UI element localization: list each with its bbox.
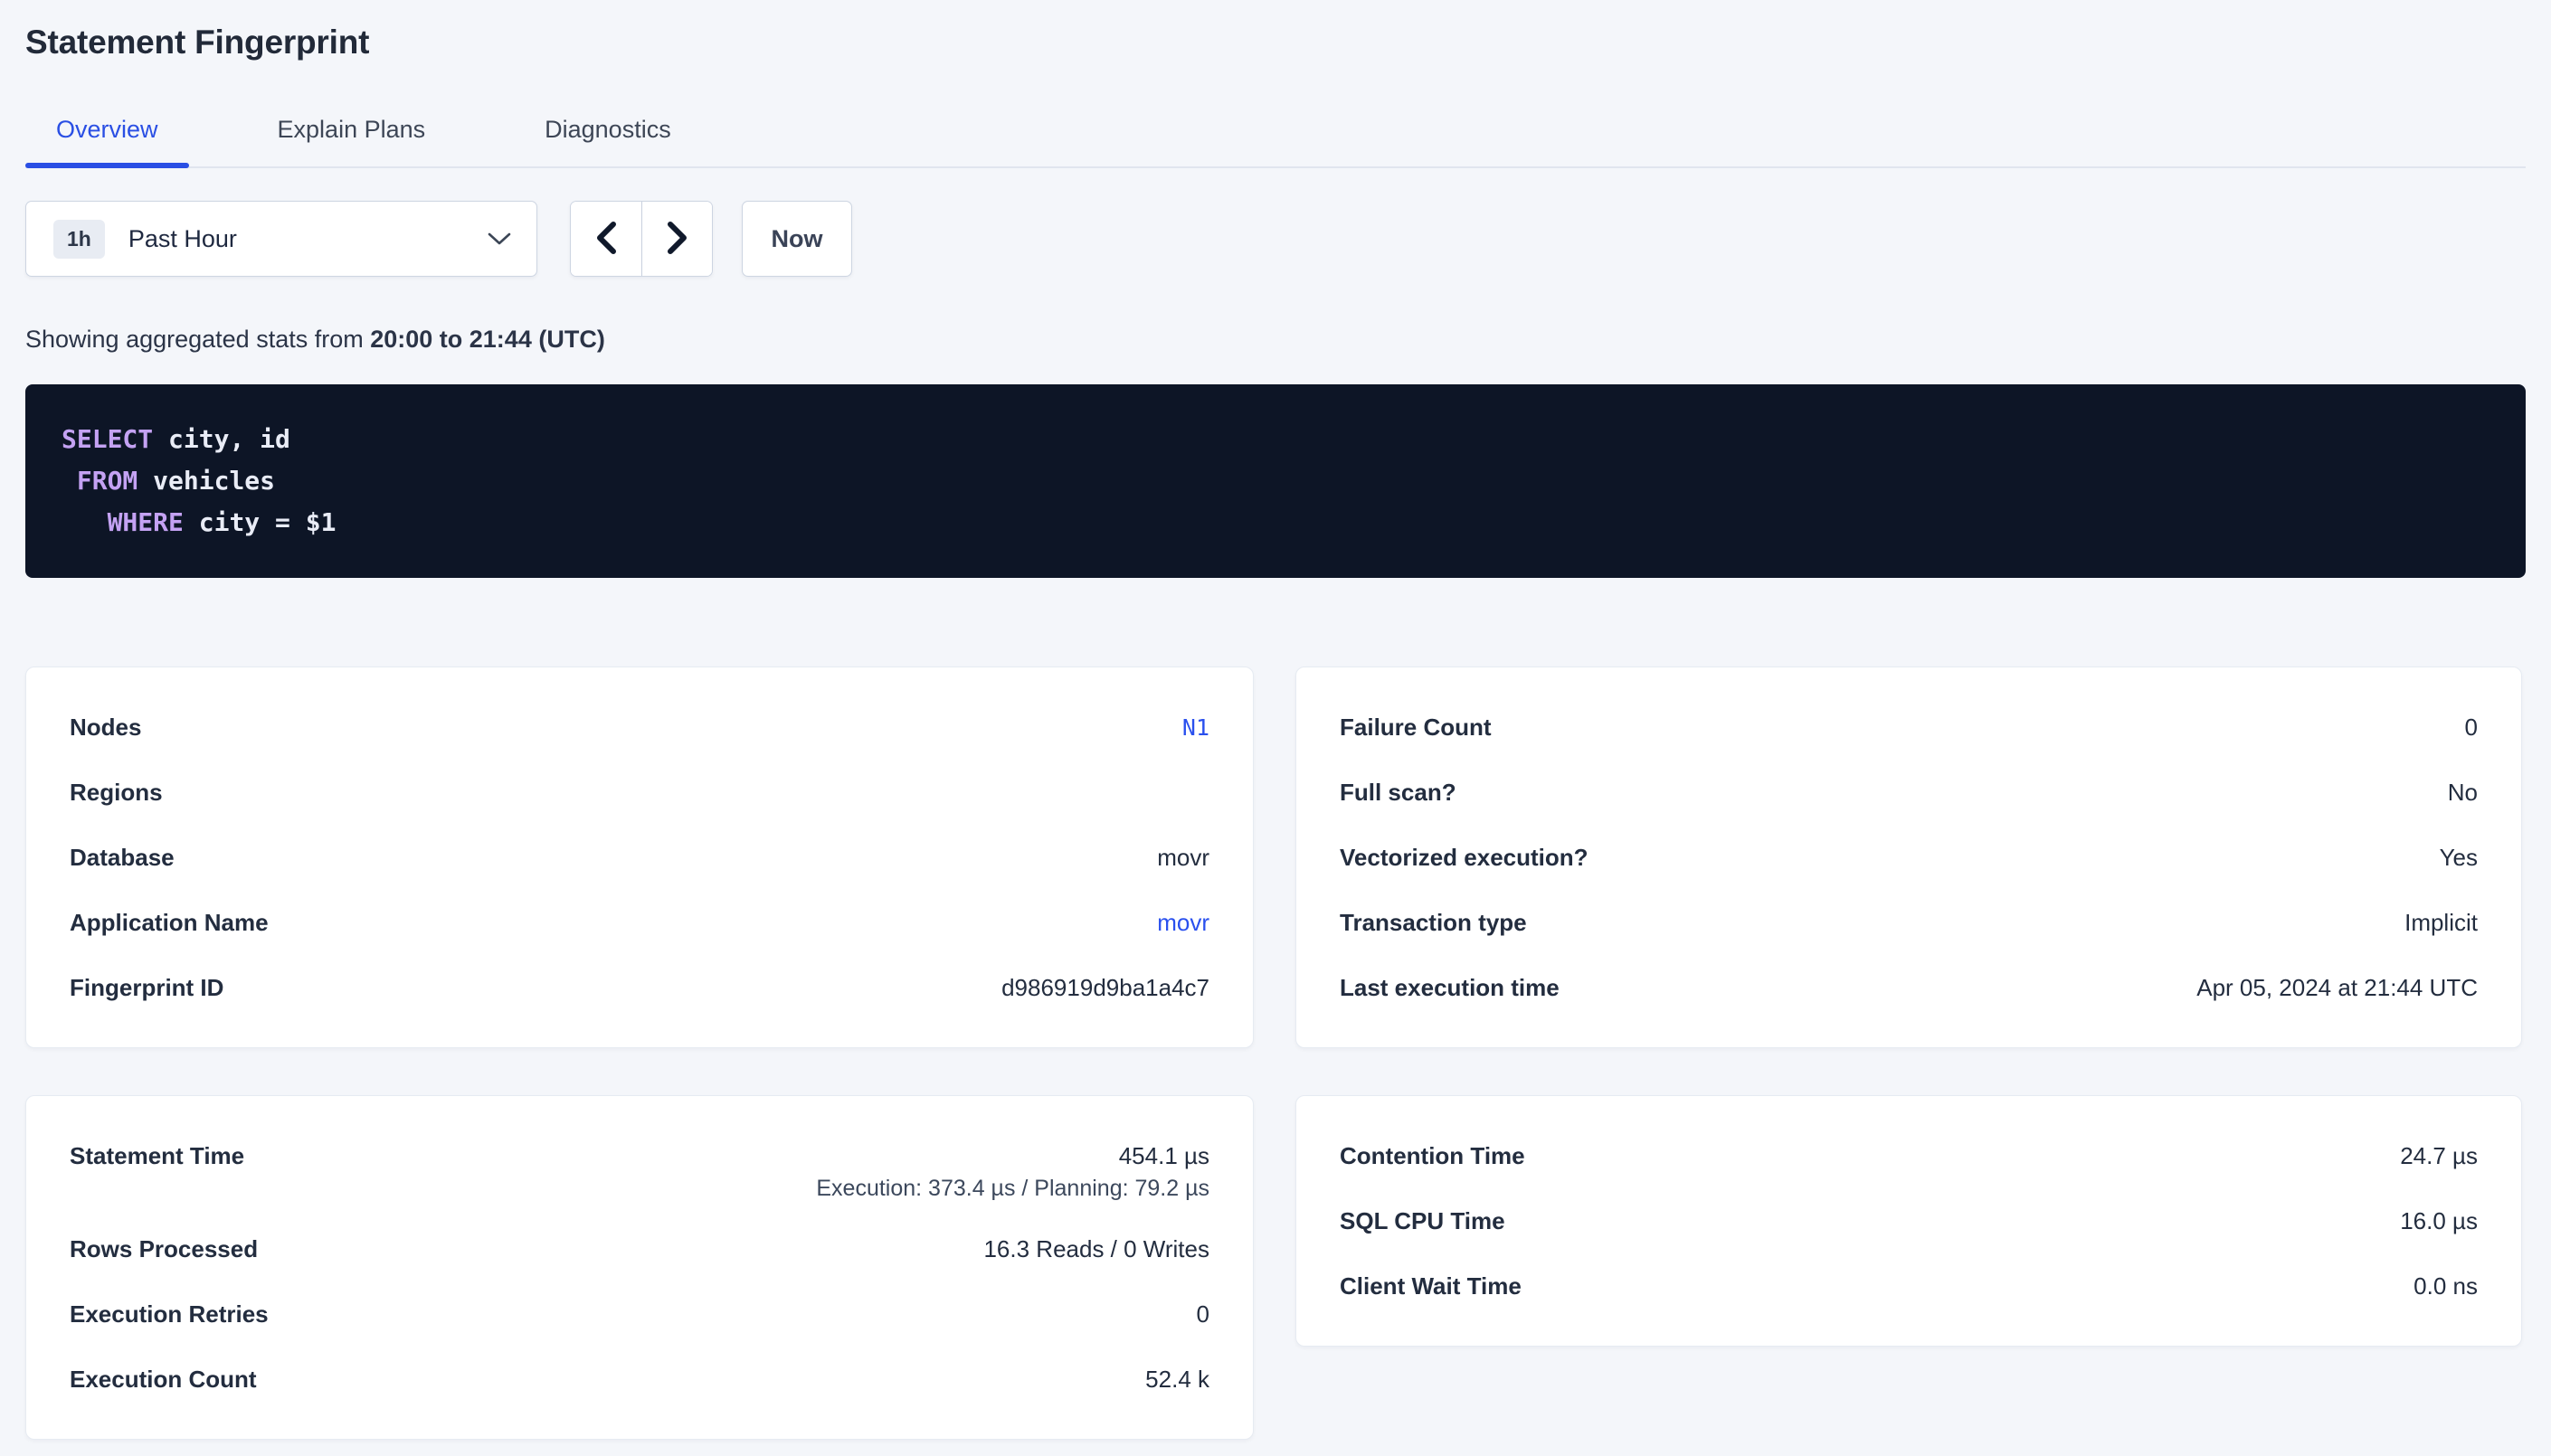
sql-text: [62, 466, 77, 496]
contention-time-value: 24.7 µs: [2400, 1142, 2478, 1170]
sql-text: city = $1: [184, 507, 337, 537]
tab-overview[interactable]: Overview: [25, 114, 189, 166]
card-statement-details: NodesN1RegionsDatabasemovrApplication Na…: [25, 667, 1254, 1048]
statement-time-value: 454.1 µs: [1119, 1142, 1209, 1170]
stats-line-range: 20:00 to 21:44 (UTC): [370, 326, 605, 353]
row-vectorized-execution: Vectorized execution? Yes: [1340, 825, 2478, 890]
client-wait-time-value: 0.0 ns: [2413, 1272, 2478, 1300]
sql-text: city, id: [153, 424, 290, 454]
time-range-arrows: [570, 201, 713, 277]
sql-keyword: SELECT: [62, 424, 153, 454]
statement-time-subvalue: Execution: 373.4 µs / Planning: 79.2 µs: [70, 1176, 1209, 1216]
vectorized-execution-value: Yes: [2440, 844, 2478, 872]
execution-count-label: Execution Count: [70, 1366, 257, 1394]
application-name-label: Application Name: [70, 909, 269, 937]
execution-count-value: 52.4 k: [1145, 1366, 1209, 1394]
sql-cpu-time-value: 16.0 µs: [2400, 1207, 2478, 1235]
row-regions: Regions: [70, 760, 1209, 825]
row-database: Database movr: [70, 825, 1209, 890]
failure-count-label: Failure Count: [1340, 714, 1492, 742]
transaction-type-label: Transaction type: [1340, 909, 1527, 937]
chevron-left-icon: [594, 221, 618, 258]
full-scan-value: No: [2448, 779, 2478, 807]
sql-statement-box: SELECT city, id FROM vehicles WHERE city…: [25, 384, 2526, 578]
row-application-name: Application Name movr: [70, 890, 1209, 955]
fingerprint-id-label: Fingerprint ID: [70, 974, 223, 1002]
vectorized-execution-label: Vectorized execution?: [1340, 844, 1588, 872]
transaction-type-value: Implicit: [2404, 909, 2478, 937]
regions-label: Regions: [70, 779, 163, 807]
row-transaction-type: Transaction type Implicit: [1340, 890, 2478, 955]
nodes-label: Nodes: [70, 714, 141, 742]
card-statement-times: Statement Time 454.1 µs Execution: 373.4 µ…: [25, 1095, 1254, 1440]
client-wait-time-label: Client Wait Time: [1340, 1272, 1522, 1300]
row-failure-count: Failure Count 0: [1340, 695, 2478, 760]
sql-cpu-time-label: SQL CPU Time: [1340, 1207, 1505, 1235]
database-label: Database: [70, 844, 175, 872]
failure-count-value: 0: [2465, 714, 2478, 742]
row-last-execution-time: Last execution time Apr 05, 2024 at 21:44…: [1340, 955, 2478, 1020]
execution-retries-value: 0: [1197, 1300, 1209, 1328]
card-execution-attributes: Failure Count 0 Full scan? No Vectorized exe…: [1295, 667, 2522, 1048]
chevron-right-icon: [666, 221, 689, 258]
chevron-down-icon: [488, 232, 511, 246]
next-range-button[interactable]: [641, 202, 712, 276]
row-execution-count: Execution Count 52.4 k: [70, 1347, 1209, 1412]
row-contention-time: Contention Time 24.7 µs: [1340, 1123, 2478, 1188]
summary-cards: NodesN1RegionsDatabasemovrApplication Na…: [25, 667, 2526, 1440]
tab-explain-plans[interactable]: Explain Plans: [247, 114, 457, 166]
last-execution-time-value: Apr 05, 2024 at 21:44 UTC: [2196, 974, 2478, 1002]
page-title: Statement Fingerprint: [25, 0, 2526, 61]
sql-text: [62, 507, 108, 537]
row-execution-retries: Execution Retries 0: [70, 1281, 1209, 1347]
last-execution-time-label: Last execution time: [1340, 974, 1560, 1002]
row-fingerprint-id: Fingerprint ID d986919d9ba1a4c7: [70, 955, 1209, 1020]
sql-statement: SELECT city, id FROM vehicles WHERE city…: [62, 419, 2489, 544]
row-client-wait-time: Client Wait Time 0.0 ns: [1340, 1253, 2478, 1319]
time-range-label: Past Hour: [128, 225, 237, 253]
aggregated-stats-line: Showing aggregated stats from 20:00 to 2…: [25, 326, 2526, 354]
row-rows-processed: Rows Processed 16.3 Reads / 0 Writes: [70, 1216, 1209, 1281]
full-scan-label: Full scan?: [1340, 779, 1456, 807]
tab-diagnostics[interactable]: Diagnostics: [514, 114, 702, 166]
time-range-badge: 1h: [53, 220, 105, 259]
nodes-value[interactable]: N1: [1182, 714, 1209, 741]
application-name-value[interactable]: movr: [1157, 909, 1209, 937]
execution-retries-label: Execution Retries: [70, 1300, 269, 1328]
rows-processed-label: Rows Processed: [70, 1235, 258, 1263]
contention-time-label: Contention Time: [1340, 1142, 1525, 1170]
time-range-select[interactable]: 1h Past Hour: [25, 201, 537, 277]
statement-time-label: Statement Time: [70, 1142, 244, 1170]
card-wait-times: Contention Time 24.7 µs SQL CPU Time 16.0 µ…: [1295, 1095, 2522, 1347]
sql-keyword: FROM: [77, 466, 138, 496]
row-nodes: Nodes N1: [70, 695, 1209, 760]
row-statement-time: Statement Time 454.1 µs Execution: 373.4 µ…: [70, 1123, 1209, 1216]
sql-keyword: WHERE: [108, 507, 184, 537]
page-container: Statement Fingerprint Overview Explain P…: [0, 0, 2551, 1440]
rows-processed-value: 16.3 Reads / 0 Writes: [983, 1235, 1209, 1263]
previous-range-button[interactable]: [571, 202, 641, 276]
database-value: movr: [1157, 844, 1209, 872]
stats-line-prefix: Showing aggregated stats from: [25, 326, 364, 353]
row-sql-cpu-time: SQL CPU Time 16.0 µs: [1340, 1188, 2478, 1253]
now-button[interactable]: Now: [742, 201, 852, 277]
fingerprint-id-value: d986919d9ba1a4c7: [1001, 974, 1209, 1002]
tab-bar: Overview Explain Plans Diagnostics: [25, 114, 2526, 168]
row-full-scan: Full scan? No: [1340, 760, 2478, 825]
time-controls: 1h Past Hour: [25, 201, 2526, 277]
sql-text: vehicles: [138, 466, 275, 496]
